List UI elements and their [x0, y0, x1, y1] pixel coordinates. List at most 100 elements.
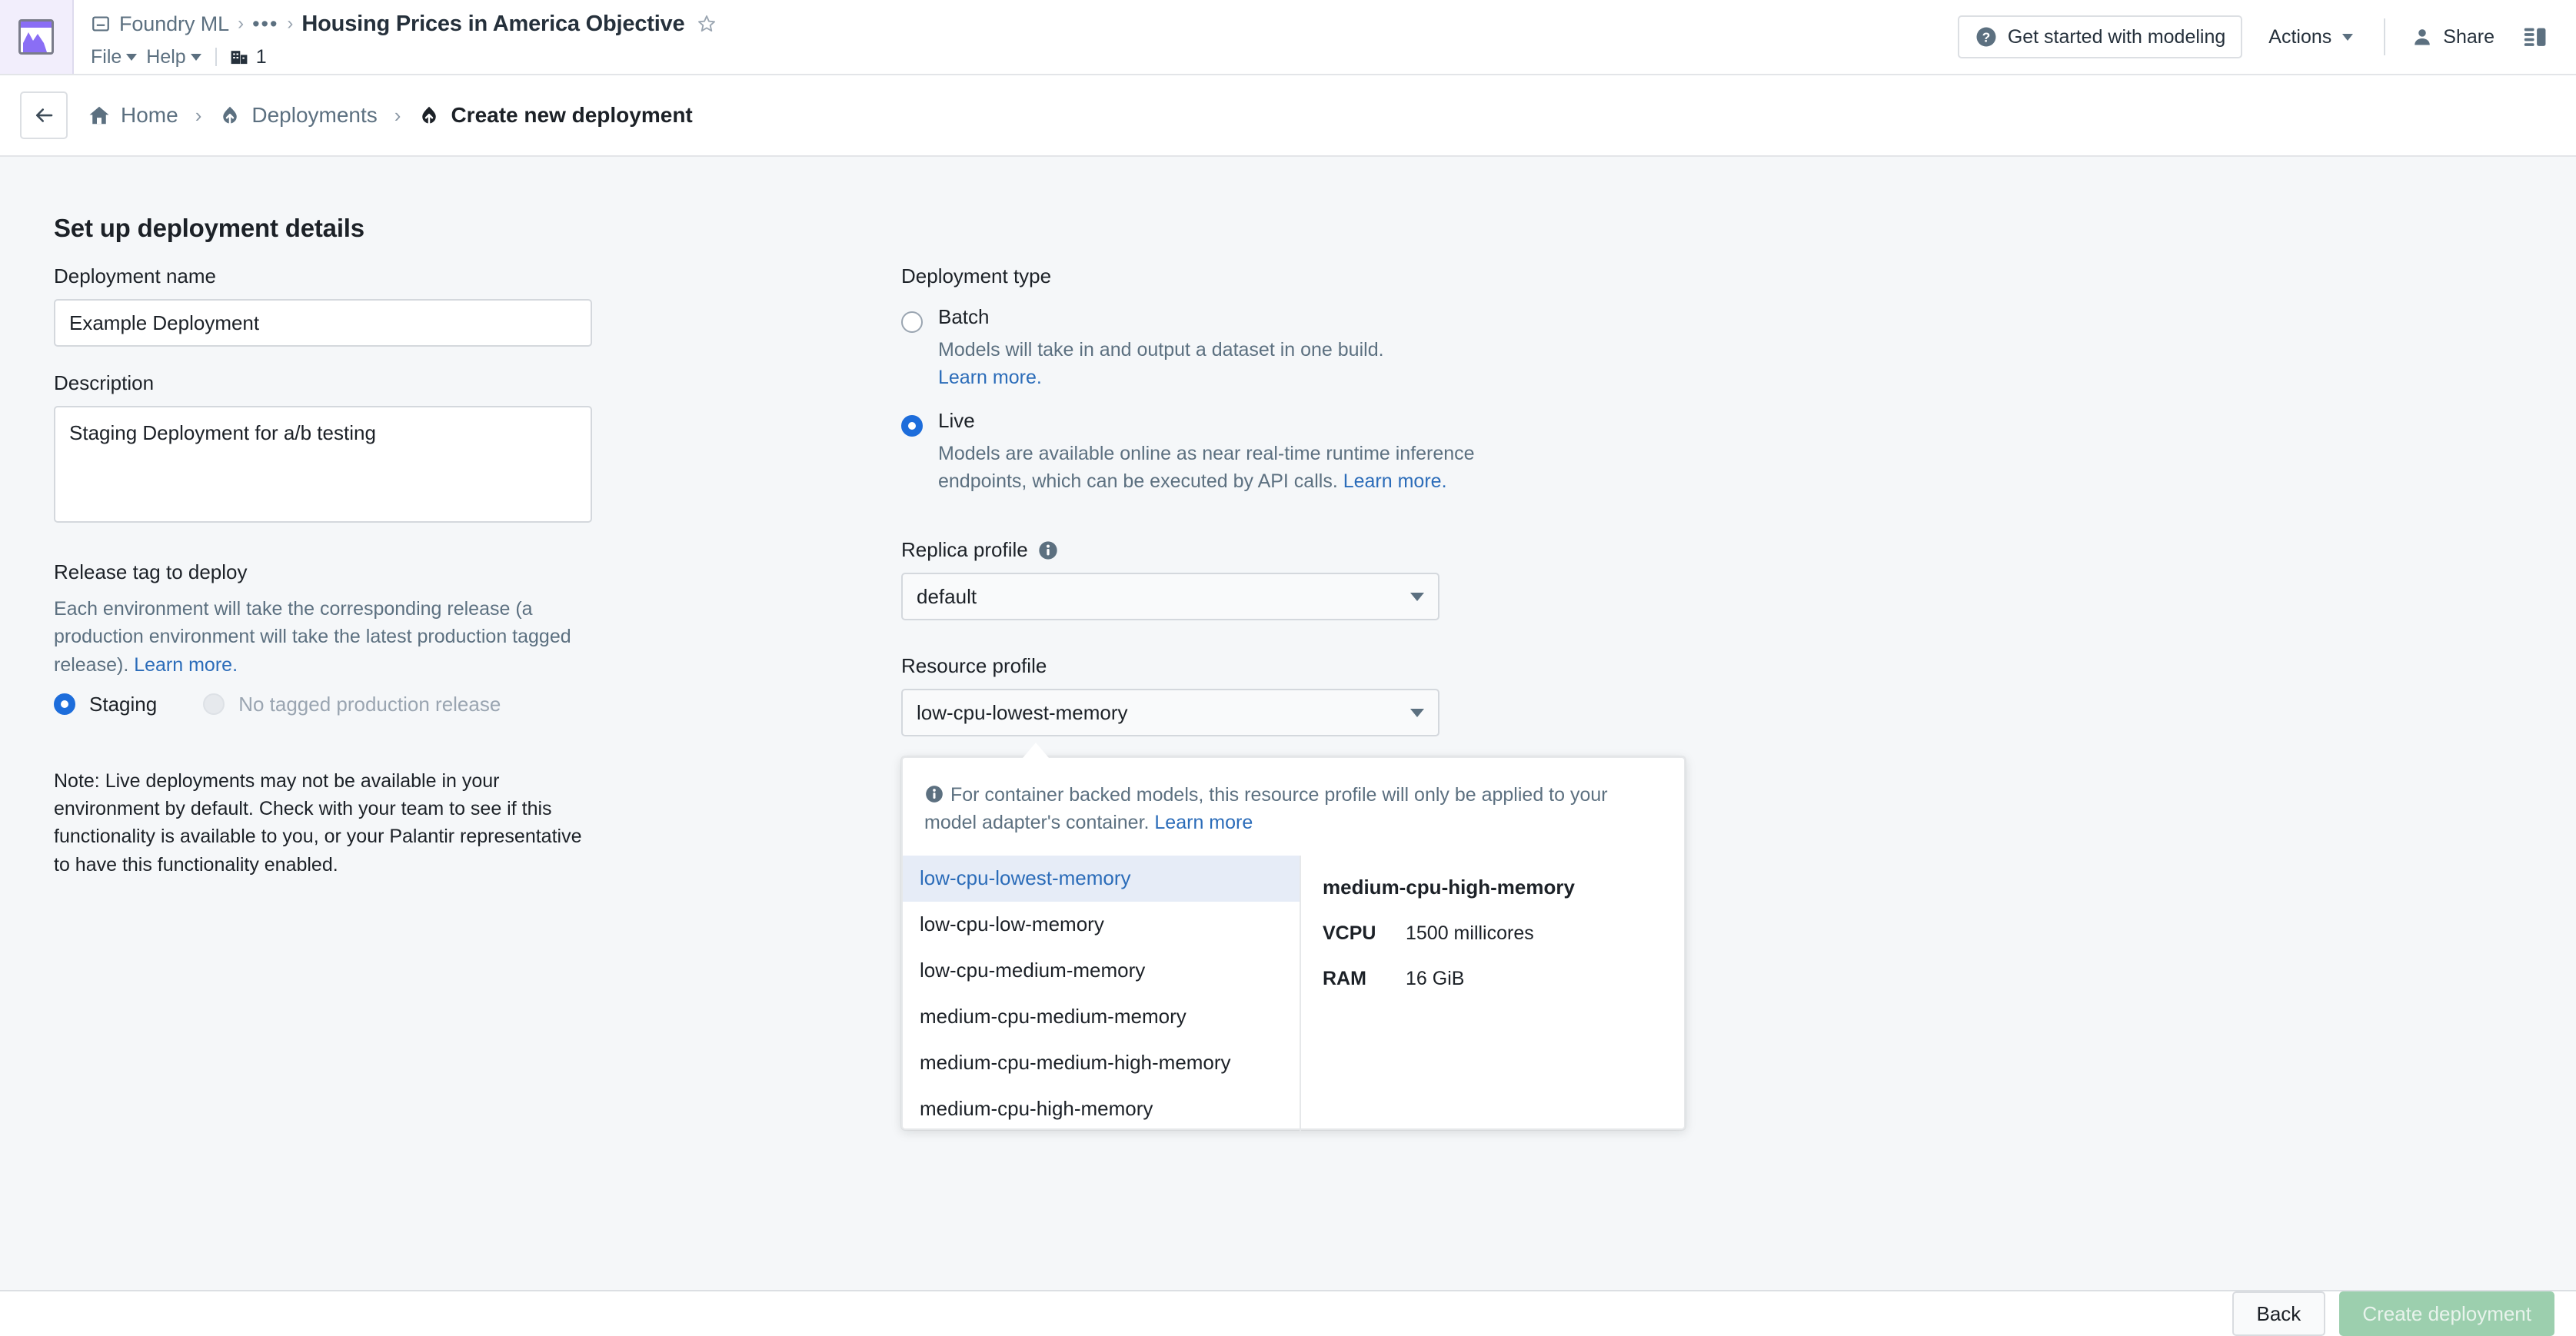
chevron-down-icon: [126, 53, 138, 61]
radio-live-description: Models are available online as near real…: [938, 440, 1476, 496]
get-started-label: Get started with modeling: [2007, 25, 2226, 48]
resource-profile-label-text: Resource profile: [901, 654, 1047, 677]
release-tag-help: Each environment will take the correspon…: [54, 595, 577, 679]
panel-toggle-button[interactable]: [2505, 24, 2558, 50]
resource-profile-option[interactable]: low-cpu-low-memory: [903, 902, 1300, 948]
header-middle: Foundry ML › ••• › Housing Prices in Ame…: [74, 0, 1958, 74]
organization-count: 1: [255, 45, 267, 68]
radio-live[interactable]: [901, 414, 923, 437]
home-icon: [88, 104, 111, 127]
resource-profile-option-list: low-cpu-lowest-memory low-cpu-low-memory…: [903, 855, 1301, 1132]
release-tag-radio-group: Staging No tagged production release: [54, 693, 600, 716]
replica-profile-value: default: [917, 584, 977, 608]
menu-file[interactable]: File: [91, 45, 146, 70]
deployment-icon: [418, 104, 441, 127]
info-icon[interactable]: [1037, 540, 1059, 561]
resource-profile-select[interactable]: low-cpu-lowest-memory: [901, 689, 1439, 736]
menu-help[interactable]: Help: [146, 45, 210, 70]
popover-learn-more-link[interactable]: Learn more: [1154, 812, 1253, 833]
radio-staging-label[interactable]: Staging: [89, 693, 157, 716]
radio-production: [203, 693, 225, 716]
detail-key-ram: RAM: [1323, 967, 1366, 989]
breadcrumb-separator: ›: [195, 103, 202, 127]
breadcrumb-item-deployments[interactable]: Deployments: [218, 103, 378, 128]
deployment-type-label-text: Deployment type: [901, 264, 1052, 287]
radio-live-label: Live: [938, 408, 975, 432]
live-learn-more-link[interactable]: Learn more.: [1343, 470, 1447, 492]
left-column: Deployment name Description Release tag …: [54, 264, 600, 879]
resource-profile-label: Resource profile: [901, 654, 1593, 678]
chevron-down-icon: [2342, 33, 2354, 41]
header-menubar: File Help 1: [91, 42, 1958, 72]
resource-profile-value: low-cpu-lowest-memory: [917, 700, 1128, 724]
release-tag-learn-more-link[interactable]: Learn more.: [134, 654, 238, 676]
batch-learn-more-link[interactable]: Learn more.: [938, 367, 1042, 388]
star-icon[interactable]: [696, 13, 717, 35]
resource-profile-option[interactable]: low-cpu-lowest-memory: [903, 855, 1300, 902]
chart-app-icon: [18, 19, 54, 55]
popover-body: low-cpu-lowest-memory low-cpu-low-memory…: [903, 855, 1684, 1132]
app-root: Foundry ML › ••• › Housing Prices in Ame…: [0, 0, 2576, 1336]
breadcrumb-create-label: Create new deployment: [451, 103, 693, 127]
right-column: Deployment type Batch Models will take i…: [901, 264, 1593, 736]
replica-profile-label: Replica profile: [901, 538, 1593, 562]
deployment-type-option-batch[interactable]: Batch Models will take in and output a d…: [901, 307, 1593, 392]
app-icon-button[interactable]: [0, 0, 74, 74]
description-textarea[interactable]: [54, 406, 592, 523]
breadcrumb-separator: ›: [394, 103, 401, 127]
menu-divider: [215, 48, 217, 66]
chevron-down-icon: [190, 53, 201, 61]
breadcrumb-app-name[interactable]: Foundry ML: [119, 12, 229, 36]
radio-batch-description: Models will take in and output a dataset…: [938, 336, 1476, 392]
back-navigation-button[interactable]: [20, 91, 68, 139]
deployment-name-label: Deployment name: [54, 264, 216, 287]
arrow-left-icon: [32, 104, 55, 127]
breadcrumb-home-label: Home: [121, 103, 178, 127]
resource-profile-option[interactable]: medium-cpu-medium-memory: [903, 994, 1300, 1040]
section-title: Set up deployment details: [54, 214, 364, 242]
actions-label: Actions: [2268, 25, 2332, 48]
user-icon: [2411, 26, 2433, 48]
release-tag-label: Release tag to deploy: [54, 560, 248, 583]
share-button[interactable]: Share: [2401, 15, 2505, 58]
replica-profile-label-text: Replica profile: [901, 538, 1028, 561]
breadcrumb-item-home[interactable]: Home: [88, 103, 178, 128]
detail-value-ram: 16 GiB: [1406, 967, 1465, 989]
breadcrumb-bar: Home › Deployments › Create new deployme…: [0, 75, 2576, 157]
deployment-type-option-live[interactable]: Live Models are available online as near…: [901, 410, 1593, 496]
replica-profile-select[interactable]: default: [901, 573, 1439, 620]
detail-value-vcpu: 1500 millicores: [1406, 922, 1534, 944]
menu-help-label: Help: [146, 45, 186, 68]
breadcrumb-overflow[interactable]: •••: [252, 13, 278, 34]
get-started-with-modeling-button[interactable]: ? Get started with modeling: [1957, 15, 2243, 58]
header-actions: ? Get started with modeling Actions Shar…: [1957, 0, 2576, 74]
radio-staging[interactable]: [54, 693, 75, 716]
back-button[interactable]: Back: [2232, 1291, 2326, 1336]
create-deployment-button[interactable]: Create deployment: [2339, 1291, 2554, 1336]
deployment-type-label: Deployment type: [901, 264, 1593, 288]
deployment-icon: [218, 104, 241, 127]
top-header: Foundry ML › ••• › Housing Prices in Ame…: [0, 0, 2576, 75]
resource-profile-popover: For container backed models, this resour…: [901, 756, 1686, 1132]
detail-profile-name: medium-cpu-high-memory: [1323, 875, 1575, 899]
resource-profile-option[interactable]: medium-cpu-medium-high-memory: [903, 1040, 1300, 1086]
menu-file-label: File: [91, 45, 122, 68]
radio-batch-label: Batch: [938, 305, 990, 328]
resource-profile-option[interactable]: medium-cpu-high-memory: [903, 1086, 1300, 1132]
actions-button[interactable]: Actions: [2253, 15, 2368, 58]
help-circle-icon: ?: [1975, 25, 1998, 48]
detail-row: VCPU 1500 millicores: [1323, 922, 1684, 945]
footer-action-bar: Back Create deployment: [0, 1290, 2576, 1336]
resource-profile-option[interactable]: low-cpu-medium-memory: [903, 948, 1300, 994]
building-icon: [229, 47, 249, 67]
mountain-glyph: [23, 32, 47, 52]
radio-production-label: No tagged production release: [238, 692, 501, 716]
header-divider: [2384, 18, 2386, 55]
deployment-name-input[interactable]: [54, 299, 592, 347]
organization-chip[interactable]: 1: [229, 46, 267, 68]
page-title: Housing Prices in America Objective: [301, 11, 685, 36]
radio-batch[interactable]: [901, 311, 923, 333]
chevron-down-icon: [1410, 592, 1424, 601]
popover-banner-text: For container backed models, this resour…: [924, 784, 1608, 834]
panel-toggle-icon: [2522, 24, 2548, 50]
